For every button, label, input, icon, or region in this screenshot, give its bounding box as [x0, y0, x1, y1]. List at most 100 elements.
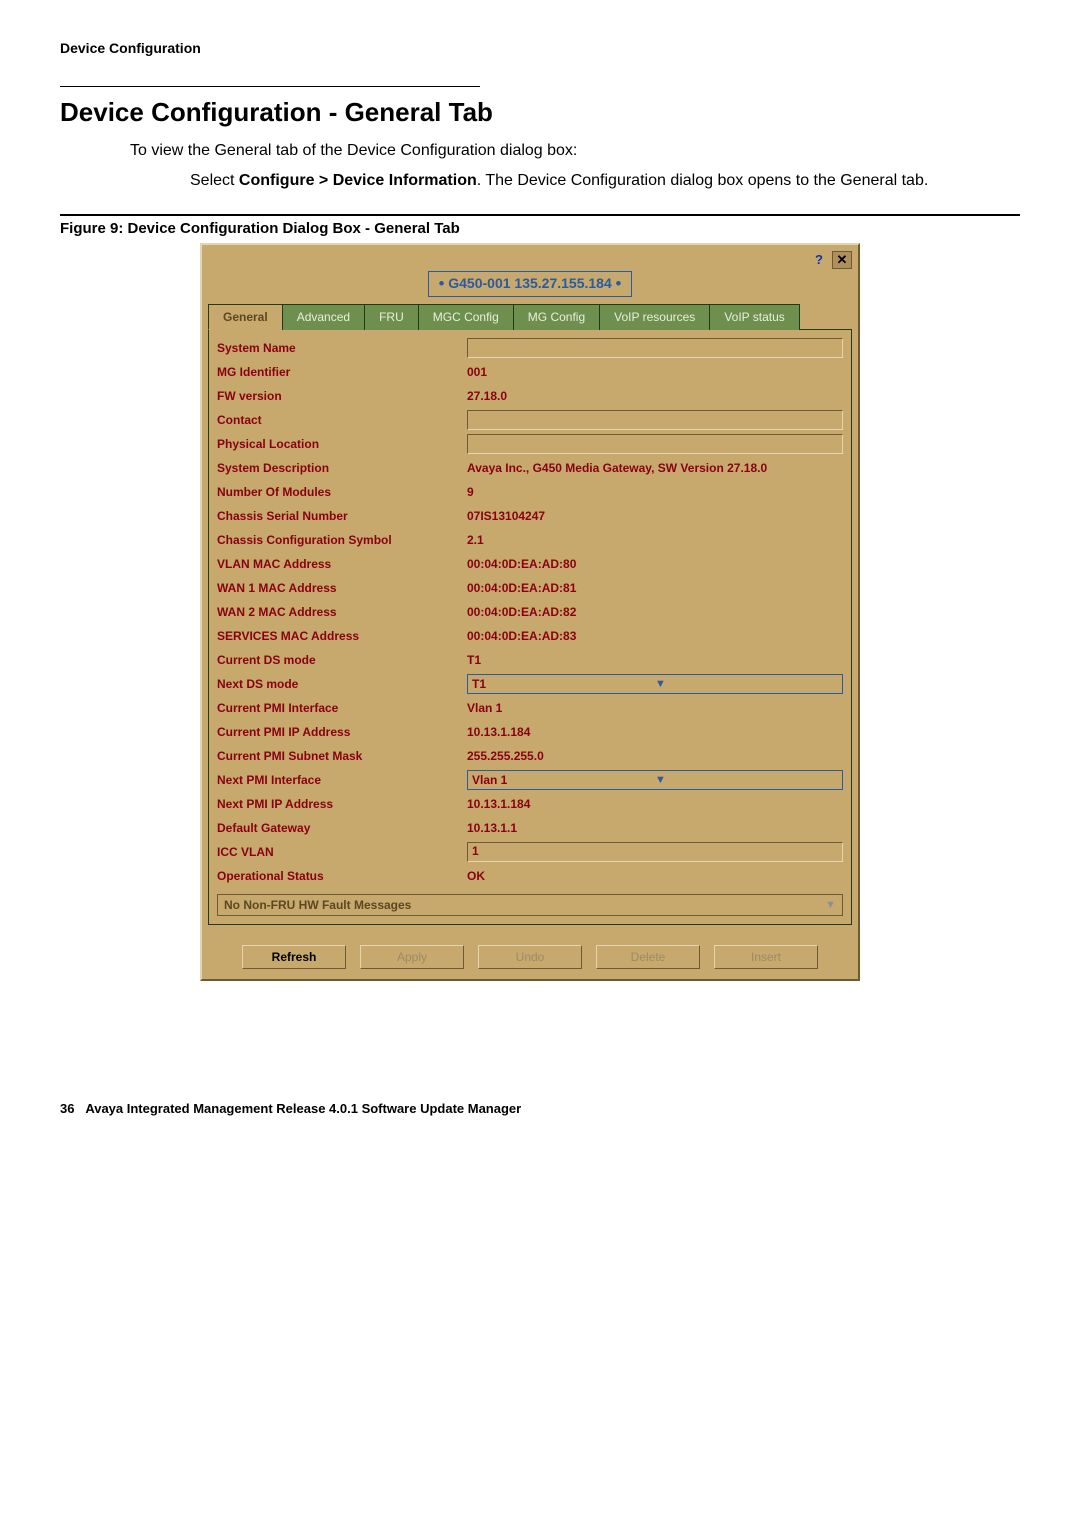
field-value: 10.13.1.184 — [467, 725, 843, 739]
field-label: Current PMI IP Address — [217, 725, 467, 739]
field-value: OK — [467, 869, 843, 883]
undo-button: Undo — [478, 945, 582, 969]
field-value: 255.255.255.0 — [467, 749, 843, 763]
field-label: Physical Location — [217, 437, 467, 451]
bullet-icon: • — [616, 275, 622, 292]
field-value: 00:04:0D:EA:AD:82 — [467, 605, 843, 619]
field-label: Next PMI Interface — [217, 773, 467, 787]
text-input[interactable]: 1 — [467, 842, 843, 862]
tab-mgc-config[interactable]: MGC Config — [418, 304, 514, 330]
form-row: Default Gateway10.13.1.1 — [217, 816, 843, 840]
insert-button: Insert — [714, 945, 818, 969]
dialog-title: • G450-001 135.27.155.184 • — [428, 271, 632, 297]
field-value: 27.18.0 — [467, 389, 843, 403]
combo-box[interactable]: T1▼ — [467, 674, 843, 694]
form-row: Current PMI Subnet Mask255.255.255.0 — [217, 744, 843, 768]
bullet-icon: • — [439, 275, 445, 292]
close-icon[interactable]: ✕ — [832, 251, 852, 269]
device-config-dialog: ? ✕ • G450-001 135.27.155.184 • GeneralA… — [200, 243, 860, 981]
form-row: Physical Location — [217, 432, 843, 456]
form-row: Current PMI IP Address10.13.1.184 — [217, 720, 843, 744]
field-label: Next PMI IP Address — [217, 797, 467, 811]
form-row: SERVICES MAC Address00:04:0D:EA:AD:83 — [217, 624, 843, 648]
combo-value: T1 — [472, 677, 655, 691]
page-footer: 36 Avaya Integrated Management Release 4… — [60, 1101, 1020, 1116]
chevron-down-icon[interactable]: ▼ — [825, 899, 836, 911]
field-label: VLAN MAC Address — [217, 557, 467, 571]
combo-value: Vlan 1 — [472, 773, 655, 787]
field-label: MG Identifier — [217, 365, 467, 379]
field-value: 07IS13104247 — [467, 509, 843, 523]
field-value: Avaya Inc., G450 Media Gateway, SW Versi… — [467, 461, 843, 475]
page-title: Device Configuration - General Tab — [60, 97, 1020, 128]
form-row: Chassis Configuration Symbol2.1 — [217, 528, 843, 552]
field-label: Default Gateway — [217, 821, 467, 835]
tab-general[interactable]: General — [208, 304, 283, 330]
form-row: Contact — [217, 408, 843, 432]
form-row: Chassis Serial Number07IS13104247 — [217, 504, 843, 528]
figure-divider — [60, 214, 1020, 216]
field-label: Chassis Serial Number — [217, 509, 467, 523]
field-label: Operational Status — [217, 869, 467, 883]
field-label: FW version — [217, 389, 467, 403]
tab-advanced[interactable]: Advanced — [282, 304, 365, 330]
field-value: 00:04:0D:EA:AD:81 — [467, 581, 843, 595]
dialog-title-text: G450-001 135.27.155.184 — [448, 275, 611, 291]
field-value: 00:04:0D:EA:AD:83 — [467, 629, 843, 643]
delete-button: Delete — [596, 945, 700, 969]
form-row: ICC VLAN1 — [217, 840, 843, 864]
form-row: Current DS modeT1 — [217, 648, 843, 672]
step-suffix: . The Device Configuration dialog box op… — [477, 172, 929, 189]
breadcrumb: Device Configuration — [60, 40, 1020, 56]
text-input[interactable] — [467, 338, 843, 358]
combo-box[interactable]: Vlan 1▼ — [467, 770, 843, 790]
field-label: Current PMI Interface — [217, 701, 467, 715]
field-label: Next DS mode — [217, 677, 467, 691]
field-value: 9 — [467, 485, 843, 499]
field-value: 001 — [467, 365, 843, 379]
help-icon[interactable]: ? — [810, 251, 828, 267]
form-row: Next PMI InterfaceVlan 1▼ — [217, 768, 843, 792]
field-label: WAN 2 MAC Address — [217, 605, 467, 619]
field-value: 00:04:0D:EA:AD:80 — [467, 557, 843, 571]
field-label: SERVICES MAC Address — [217, 629, 467, 643]
field-label: WAN 1 MAC Address — [217, 581, 467, 595]
dialog-titlebar-controls: ? ✕ — [208, 251, 852, 269]
field-label: Contact — [217, 413, 467, 427]
field-label: Current DS mode — [217, 653, 467, 667]
field-value: 10.13.1.1 — [467, 821, 843, 835]
button-row: RefreshApplyUndoDeleteInsert — [208, 945, 852, 969]
form-row: Next DS modeT1▼ — [217, 672, 843, 696]
step-prefix: Select — [190, 172, 239, 189]
form-row: WAN 2 MAC Address00:04:0D:EA:AD:82 — [217, 600, 843, 624]
tab-voip-resources[interactable]: VoIP resources — [599, 304, 710, 330]
tab-fru[interactable]: FRU — [364, 304, 419, 330]
field-value: 10.13.1.184 — [467, 797, 843, 811]
form-row: VLAN MAC Address00:04:0D:EA:AD:80 — [217, 552, 843, 576]
step-bold: Configure > Device Information — [239, 172, 477, 189]
field-label: Current PMI Subnet Mask — [217, 749, 467, 763]
chevron-down-icon: ▼ — [655, 774, 838, 786]
fault-message-text: No Non-FRU HW Fault Messages — [224, 898, 411, 912]
form-row: WAN 1 MAC Address00:04:0D:EA:AD:81 — [217, 576, 843, 600]
text-input[interactable] — [467, 410, 843, 430]
form-row: FW version27.18.0 — [217, 384, 843, 408]
intro-text: To view the General tab of the Device Co… — [130, 142, 1020, 160]
tab-bar: GeneralAdvancedFRUMGC ConfigMG ConfigVoI… — [208, 303, 852, 330]
form-row: Number Of Modules9 — [217, 480, 843, 504]
field-label: System Name — [217, 341, 467, 355]
tab-mg-config[interactable]: MG Config — [513, 304, 600, 330]
form-row: MG Identifier001 — [217, 360, 843, 384]
refresh-button[interactable]: Refresh — [242, 945, 346, 969]
footer-text: Avaya Integrated Management Release 4.0.… — [85, 1101, 521, 1116]
text-input[interactable] — [467, 434, 843, 454]
form-row: System Name — [217, 336, 843, 360]
field-value: Vlan 1 — [467, 701, 843, 715]
tab-voip-status[interactable]: VoIP status — [709, 304, 800, 330]
fault-message-box[interactable]: No Non-FRU HW Fault Messages ▼ — [217, 894, 843, 916]
field-label: Chassis Configuration Symbol — [217, 533, 467, 547]
field-label: System Description — [217, 461, 467, 475]
field-label: ICC VLAN — [217, 845, 467, 859]
chevron-down-icon: ▼ — [655, 678, 838, 690]
step-text: Select Configure > Device Information. T… — [190, 172, 1020, 190]
